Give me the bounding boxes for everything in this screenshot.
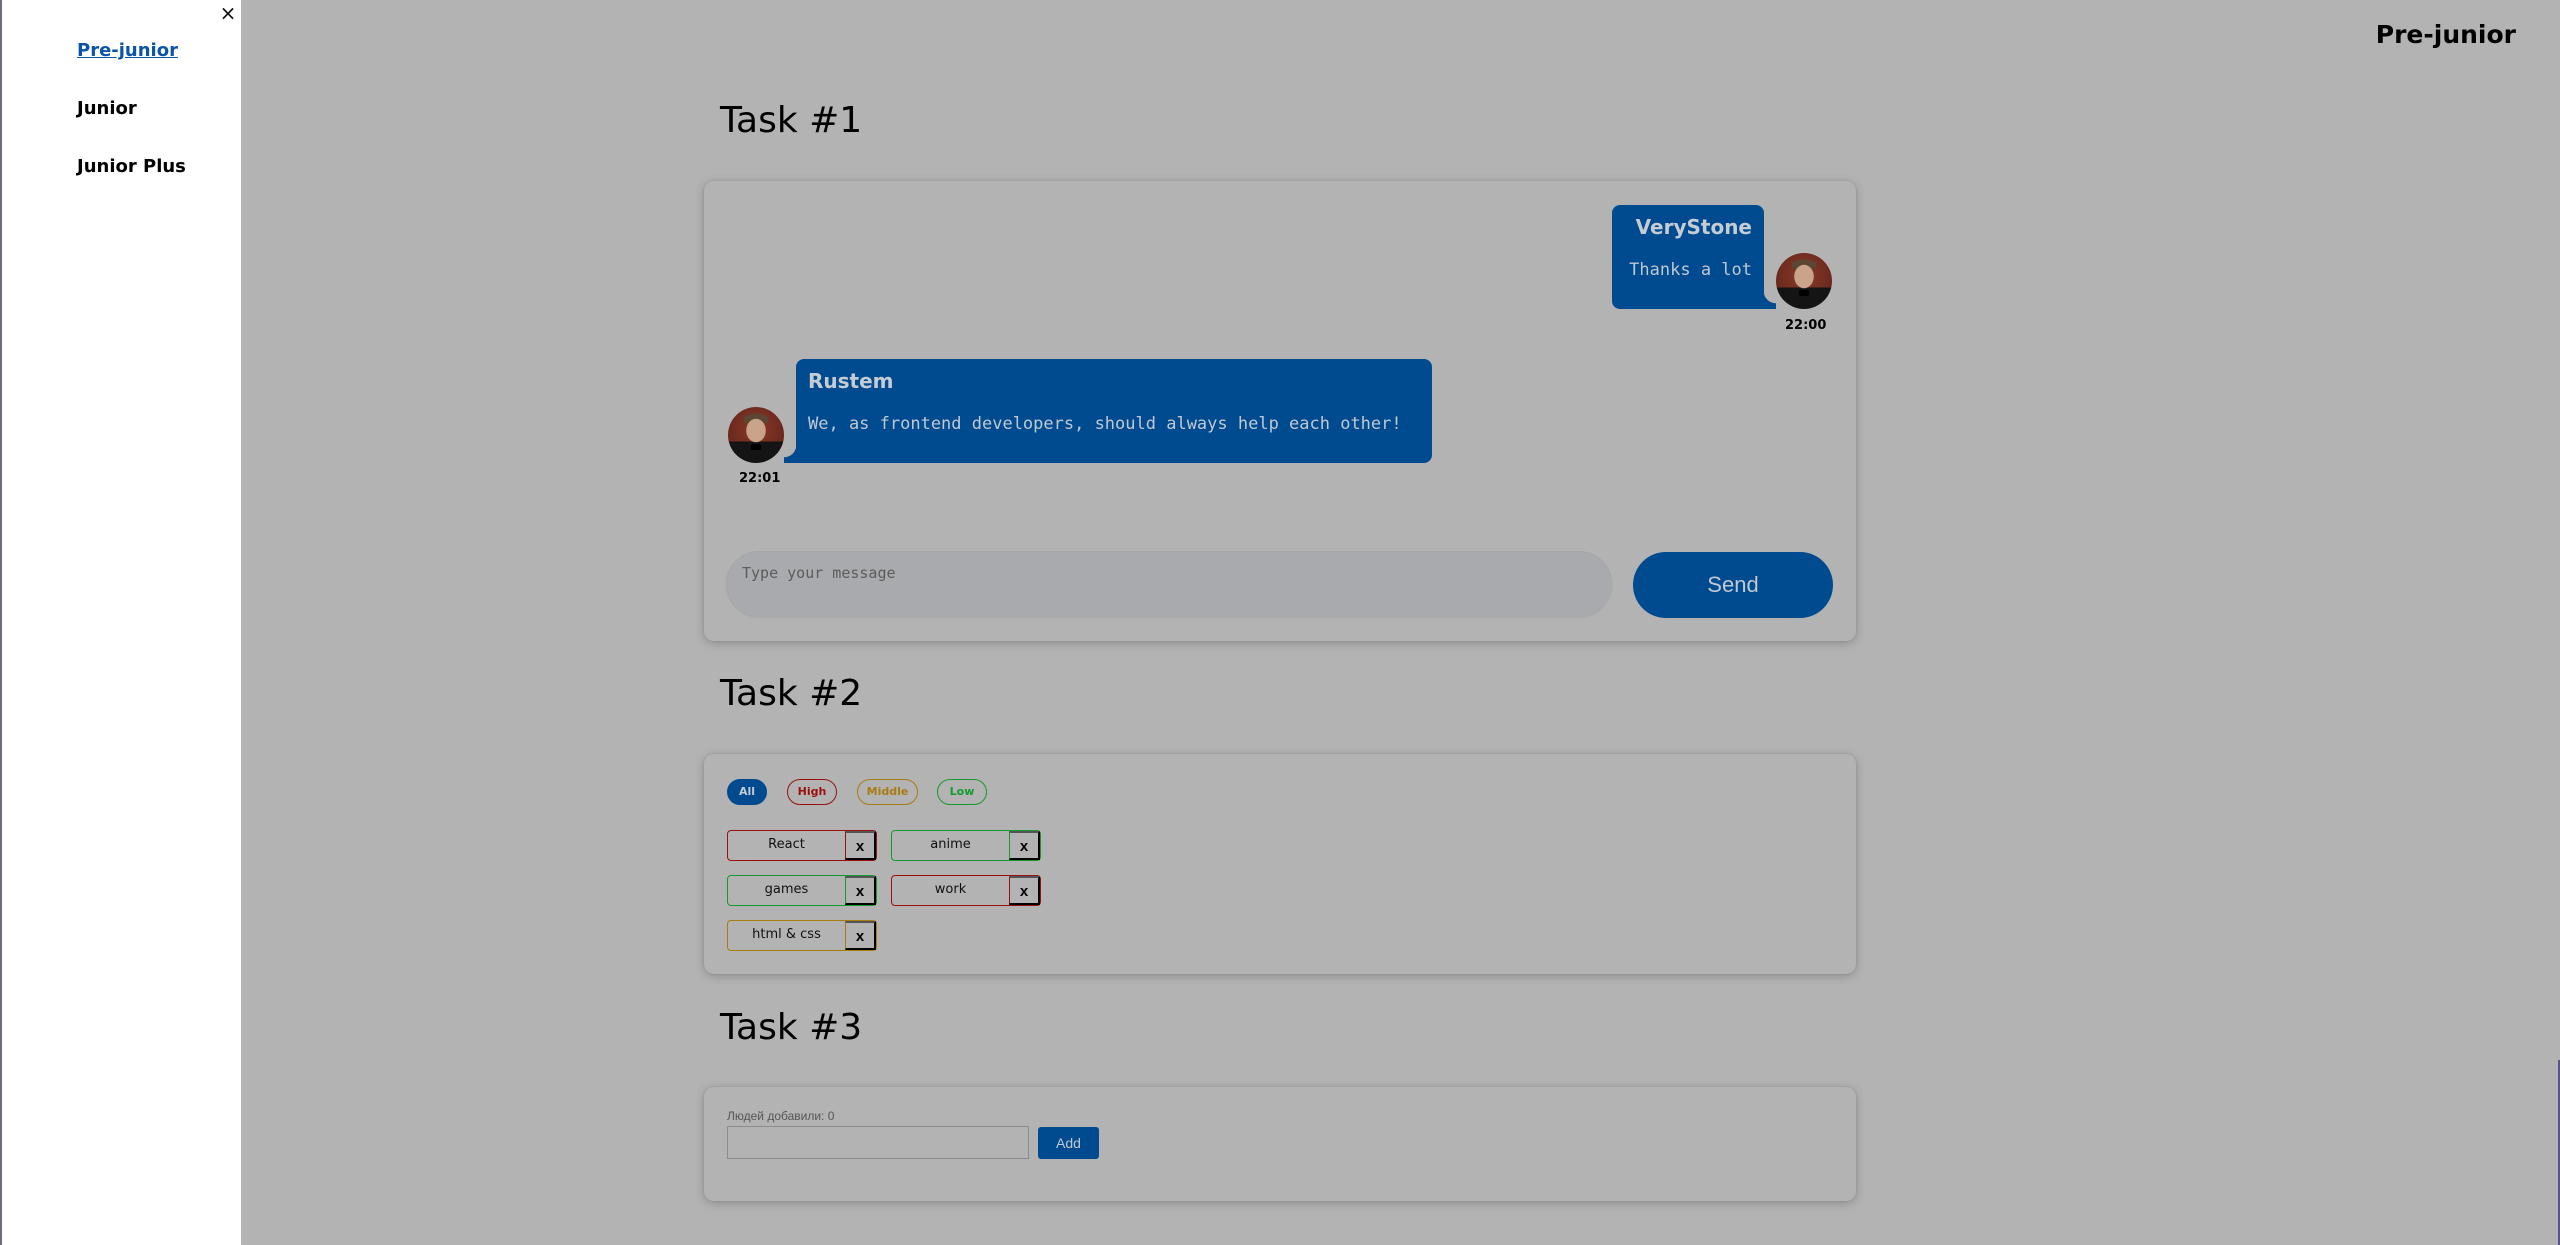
- sidebar-item-junior[interactable]: Junior: [77, 96, 186, 154]
- sidebar-item-junior-plus[interactable]: Junior Plus: [77, 154, 186, 212]
- affairs-card: All High Middle Low React x anime x game…: [704, 754, 1856, 974]
- avatar: [1776, 253, 1832, 309]
- filter-middle-button[interactable]: Middle: [857, 779, 918, 805]
- affair-name: work: [934, 882, 967, 897]
- greeting-card: Людей добавили: 0 Add: [704, 1087, 1856, 1201]
- delete-affair-button[interactable]: x: [845, 831, 876, 860]
- affair-name: html & css: [752, 927, 821, 942]
- sidebar-item-pre-junior[interactable]: Pre-junior: [77, 38, 186, 96]
- sidebar: × Pre-junior Junior Junior Plus: [0, 0, 241, 1245]
- filter-all-button[interactable]: All: [727, 779, 767, 805]
- affair-item: anime x: [891, 830, 1041, 861]
- task2-title: Task #2: [720, 673, 863, 714]
- page-title: Pre-junior: [2375, 20, 2516, 49]
- affair-item: html & css x: [727, 920, 877, 951]
- name-input[interactable]: [727, 1126, 1029, 1159]
- delete-affair-button[interactable]: x: [845, 921, 876, 950]
- avatar: [728, 407, 784, 463]
- message-text: Thanks a lot: [1629, 260, 1752, 280]
- task3-title: Task #3: [720, 1007, 863, 1048]
- affair-item: work x: [891, 875, 1041, 906]
- affair-item: games x: [727, 875, 877, 906]
- people-added-counter: Людей добавили: 0: [727, 1109, 835, 1123]
- message-author: Rustem: [808, 369, 894, 393]
- message-bubble: Rustem We, as frontend developers, shoul…: [784, 359, 1432, 463]
- delete-affair-button[interactable]: x: [1009, 831, 1040, 860]
- message-author: VeryStone: [1635, 215, 1752, 239]
- close-icon[interactable]: ×: [217, 2, 239, 24]
- affair-item: React x: [727, 830, 877, 861]
- delete-affair-button[interactable]: x: [845, 876, 876, 905]
- task1-title: Task #1: [720, 100, 863, 141]
- chat-card: VeryStone Thanks a lot 22:00 Rustem We, …: [704, 181, 1856, 641]
- affair-name: React: [768, 837, 805, 852]
- filter-low-button[interactable]: Low: [937, 779, 987, 805]
- affair-name: anime: [930, 837, 971, 852]
- message-time: 22:00: [1785, 318, 1827, 333]
- affair-name: games: [764, 882, 809, 897]
- filter-high-button[interactable]: High: [787, 779, 837, 805]
- message-input[interactable]: [726, 551, 1612, 617]
- sidebar-nav: Pre-junior Junior Junior Plus: [77, 38, 186, 212]
- message-text: We, as frontend developers, should alway…: [808, 414, 1402, 434]
- add-button[interactable]: Add: [1038, 1127, 1099, 1159]
- delete-affair-button[interactable]: x: [1009, 876, 1040, 905]
- message-bubble: VeryStone Thanks a lot: [1612, 205, 1776, 309]
- send-button[interactable]: Send: [1633, 552, 1833, 618]
- message-time: 22:01: [739, 471, 781, 486]
